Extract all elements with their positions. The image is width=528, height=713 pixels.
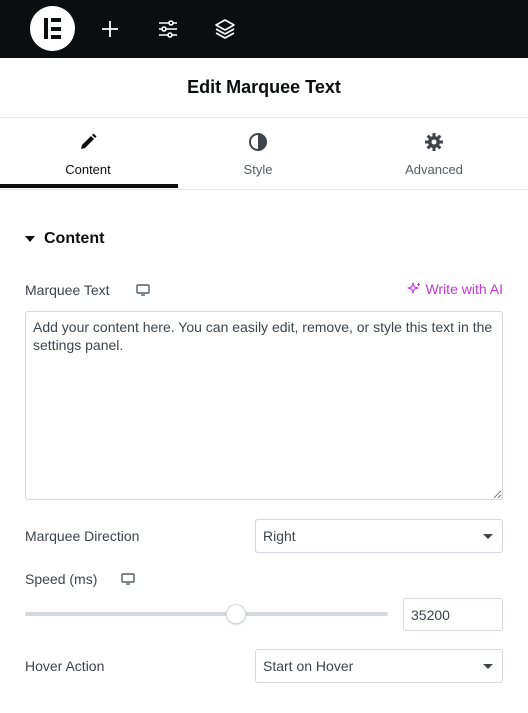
add-icon[interactable]: [98, 17, 122, 41]
pencil-icon: [81, 133, 97, 149]
tab-advanced[interactable]: Advanced: [346, 118, 522, 190]
chevron-down-icon: [483, 534, 493, 539]
half-circle-icon: [249, 133, 267, 151]
elementor-logo-icon[interactable]: [30, 6, 75, 51]
hover-action-label: Hover Action: [25, 658, 105, 674]
tab-style-label: Style: [243, 162, 273, 177]
marquee-text-textarea[interactable]: [25, 311, 503, 500]
gear-icon: [425, 133, 443, 151]
speed-label: Speed (ms): [25, 571, 98, 587]
speed-number-input[interactable]: 35200: [403, 598, 503, 631]
section-title: Content: [44, 230, 105, 247]
hover-action-value: Start on Hover: [263, 658, 354, 674]
tab-advanced-label: Advanced: [405, 162, 463, 177]
marquee-direction-label: Marquee Direction: [25, 528, 140, 544]
site-settings-icon[interactable]: [156, 17, 180, 41]
marquee-text-label: Marquee Text: [25, 282, 110, 298]
hover-action-select[interactable]: Start on Hover: [255, 649, 503, 683]
marquee-direction-select[interactable]: Right: [255, 519, 503, 553]
panel-title: Edit Marquee Text: [187, 77, 341, 97]
sparkle-icon: [407, 282, 421, 294]
caret-down-icon: [25, 236, 35, 242]
speed-slider-handle[interactable]: [225, 604, 246, 624]
panel-tabs: Content Style Advanced: [0, 118, 528, 190]
speed-slider-track[interactable]: [25, 604, 388, 624]
structure-layers-icon[interactable]: [213, 17, 237, 41]
responsive-desktop-icon[interactable]: [121, 573, 135, 585]
panel-header: Edit Marquee Text: [0, 58, 528, 118]
chevron-down-icon: [483, 664, 493, 669]
section-toggle-content[interactable]: Content: [25, 228, 104, 250]
top-bar: [0, 0, 528, 58]
speed-value: 35200: [411, 606, 450, 623]
write-with-ai-label: Write with AI: [425, 281, 503, 297]
active-tab-indicator: [0, 184, 178, 188]
marquee-direction-value: Right: [263, 528, 296, 544]
responsive-desktop-icon[interactable]: [136, 284, 150, 296]
tab-content-label: Content: [65, 162, 111, 177]
tab-content[interactable]: Content: [0, 118, 176, 190]
write-with-ai-button[interactable]: Write with AI: [407, 281, 503, 297]
tab-style[interactable]: Style: [170, 118, 346, 190]
